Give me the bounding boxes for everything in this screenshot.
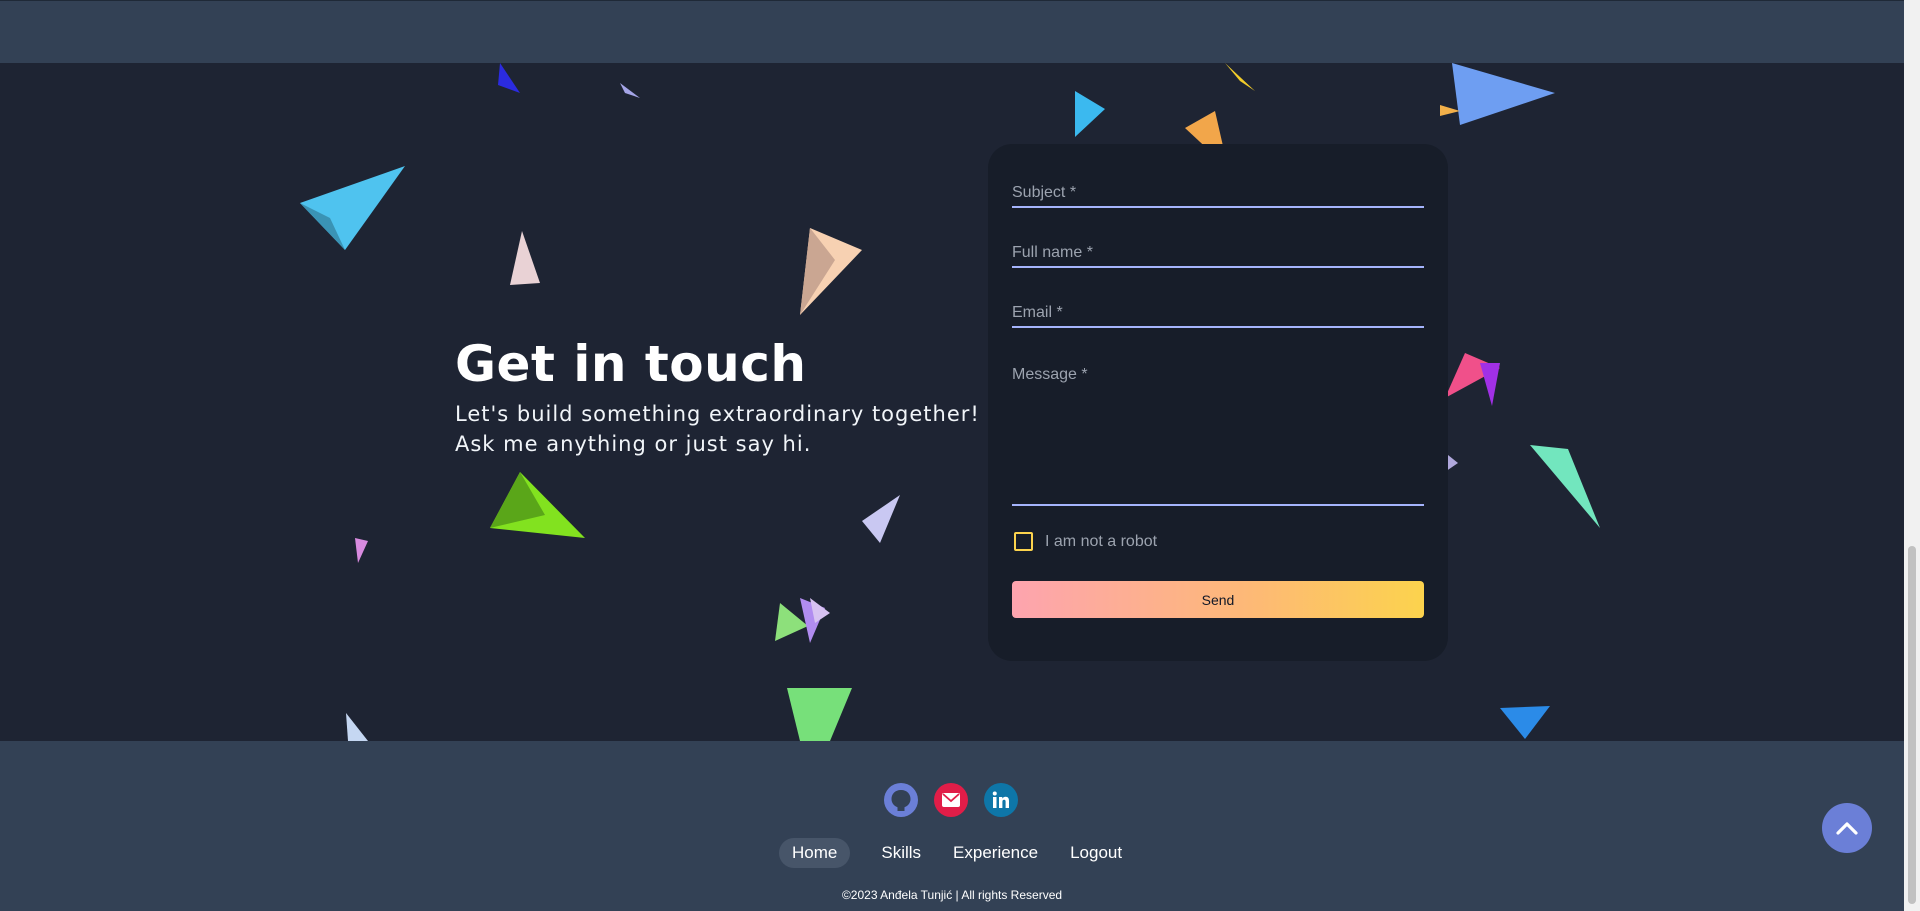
- github-icon: [884, 783, 918, 817]
- top-bar: [0, 0, 1904, 64]
- shape: [498, 63, 520, 93]
- shape: [787, 688, 852, 741]
- footer: Home Skills Experience Logout ©2023 Anđe…: [0, 741, 1904, 911]
- contact-section: Get in touch Let's build something extra…: [0, 63, 1904, 741]
- scroll-to-top-button[interactable]: [1822, 803, 1872, 853]
- subtitle-line-1: Let's build something extraordinary toge…: [455, 402, 980, 426]
- nav-logout[interactable]: Logout: [1057, 838, 1135, 868]
- robot-check[interactable]: I am not a robot: [1014, 532, 1157, 551]
- email-link[interactable]: [934, 783, 968, 817]
- page: Get in touch Let's build something extra…: [0, 0, 1920, 911]
- mail-icon: [942, 793, 960, 807]
- shape: [1500, 706, 1550, 739]
- subtitle-line-2: Ask me anything or just say hi.: [455, 432, 812, 456]
- shape: [346, 713, 368, 741]
- email-field[interactable]: Email *: [1012, 284, 1424, 328]
- scrollbar-thumb[interactable]: [1908, 546, 1916, 904]
- robot-label: I am not a robot: [1045, 532, 1158, 550]
- linkedin-link[interactable]: [984, 783, 1018, 817]
- shape: [1440, 105, 1460, 116]
- page-title: Get in touch: [455, 335, 807, 393]
- fullname-field[interactable]: Full name *: [1012, 224, 1424, 268]
- linkedin-icon: [992, 791, 1009, 808]
- intro: Get in touch Let's build something extra…: [455, 335, 980, 459]
- message-field[interactable]: Message *: [1012, 344, 1424, 506]
- nav-skills[interactable]: Skills: [868, 838, 934, 868]
- copyright: ©2023 Anđela Tunjić | All rights Reserve…: [841, 888, 1063, 902]
- shape: [862, 495, 900, 543]
- message-label: Message *: [1012, 366, 1088, 383]
- fullname-label: Full name *: [1012, 244, 1093, 261]
- shape: [1530, 445, 1600, 528]
- email-label: Email *: [1012, 304, 1063, 321]
- shape: [1480, 363, 1500, 406]
- nav-home[interactable]: Home: [779, 838, 851, 868]
- shape: [355, 538, 368, 563]
- subtitle: Let's build something extraordinary toge…: [455, 399, 980, 459]
- nav-experience[interactable]: Experience: [940, 838, 1051, 868]
- subject-label: Subject *: [1012, 184, 1077, 201]
- shape: [1075, 91, 1105, 137]
- shape: [1452, 63, 1555, 125]
- shape: [300, 166, 405, 250]
- shape: [620, 83, 640, 98]
- github-link[interactable]: [884, 783, 918, 817]
- social-links: [884, 783, 1018, 817]
- shape: [1225, 63, 1255, 91]
- send-button[interactable]: Send: [1012, 581, 1424, 618]
- robot-checkbox[interactable]: [1014, 532, 1033, 551]
- chevron-up-icon: [1836, 822, 1858, 835]
- shape: [510, 231, 540, 285]
- scrollbar[interactable]: [1904, 0, 1920, 911]
- contact-form: Subject * Full name * Email * Message * …: [988, 144, 1448, 661]
- subject-field[interactable]: Subject *: [1012, 164, 1424, 208]
- footer-nav: Home Skills Experience Logout: [779, 838, 1141, 868]
